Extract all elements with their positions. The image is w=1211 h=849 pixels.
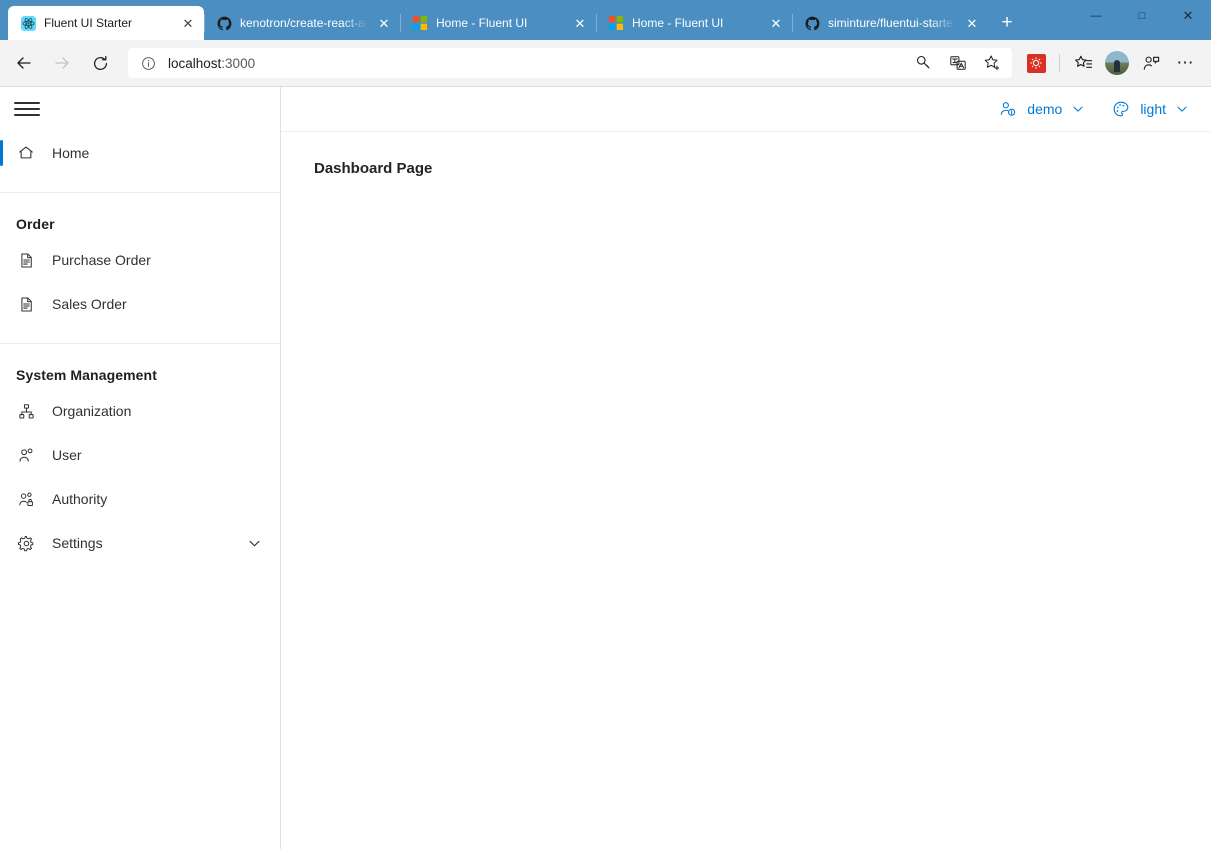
close-icon[interactable]: ✕ xyxy=(572,15,588,31)
browser-tab-3[interactable]: Home - Fluent UI ✕ xyxy=(596,6,792,40)
sidebar-item-organization[interactable]: Organization xyxy=(0,389,280,433)
sidebar-item-settings[interactable]: Settings xyxy=(0,521,280,565)
url-port: :3000 xyxy=(221,55,256,71)
react-icon xyxy=(20,15,36,31)
sidebar-item-label: Authority xyxy=(52,491,108,507)
back-button[interactable] xyxy=(6,45,42,81)
sidebar-item-home[interactable]: Home xyxy=(0,131,280,175)
gear-icon xyxy=(16,533,36,553)
application-area: Home Order Purchase Order Sales Order Sy… xyxy=(0,87,1211,849)
info-icon[interactable] xyxy=(138,53,158,73)
chevron-down-icon[interactable] xyxy=(242,536,266,551)
app-header: demo light xyxy=(281,87,1211,132)
close-icon[interactable]: ✕ xyxy=(964,15,980,31)
home-icon xyxy=(16,143,36,163)
microsoft-icon xyxy=(608,15,624,31)
translate-icon[interactable] xyxy=(942,47,974,79)
sidebar: Home Order Purchase Order Sales Order Sy… xyxy=(0,87,281,849)
user-menu-label: demo xyxy=(1027,101,1063,117)
theme-menu-label: light xyxy=(1140,101,1166,117)
sidebar-section-order: Order Purchase Order Sales Order xyxy=(0,192,280,343)
browser-tab-0[interactable]: Fluent UI Starter ✕ xyxy=(8,6,204,40)
chevron-down-icon xyxy=(1175,102,1189,116)
browser-toolbar: localhost:3000 ⋯ xyxy=(0,40,1211,87)
sidebar-item-authority[interactable]: Authority xyxy=(0,477,280,521)
reload-button[interactable] xyxy=(82,45,118,81)
sidebar-item-label: Sales Order xyxy=(52,296,127,312)
theme-menu-button[interactable]: light xyxy=(1111,99,1189,119)
microsoft-icon xyxy=(412,15,428,31)
sidebar-item-label: Organization xyxy=(52,403,132,419)
browser-tab-4[interactable]: siminture/fluentui-starte ✕ xyxy=(792,6,988,40)
browser-window: Fluent UI Starter ✕ kenotron/create-reac… xyxy=(0,0,1211,849)
url-text[interactable]: localhost:3000 xyxy=(158,56,908,71)
extension-badge xyxy=(1026,53,1046,73)
sidebar-item-label: User xyxy=(52,447,82,463)
tab-title: Fluent UI Starter xyxy=(44,16,133,30)
main-content: demo light Dashboard Page xyxy=(281,87,1211,849)
address-bar[interactable]: localhost:3000 xyxy=(128,48,1012,78)
sidebar-item-purchase-order[interactable]: Purchase Order xyxy=(0,238,280,282)
browser-tab-2[interactable]: Home - Fluent UI ✕ xyxy=(400,6,596,40)
close-icon[interactable]: ✕ xyxy=(376,15,392,31)
sidebar-item-label: Settings xyxy=(52,535,103,551)
forward-button xyxy=(44,45,80,81)
toolbar-divider xyxy=(1059,54,1060,72)
document-icon xyxy=(16,250,36,270)
tab-title: kenotron/create-react-ap xyxy=(240,16,368,30)
color-palette-icon xyxy=(1111,99,1131,119)
org-chart-icon xyxy=(16,401,36,421)
people-lock-icon xyxy=(16,489,36,509)
people-icon xyxy=(16,445,36,465)
sidebar-item-user[interactable]: User xyxy=(0,433,280,477)
close-icon[interactable]: ✕ xyxy=(180,15,196,31)
user-menu-button[interactable]: demo xyxy=(998,99,1085,119)
extension-icon[interactable] xyxy=(1020,47,1052,79)
page-title: Dashboard Page xyxy=(314,160,433,177)
sidebar-section-system-management: System Management Organization User Auth… xyxy=(0,343,280,582)
collections-icon[interactable] xyxy=(1067,47,1099,79)
chevron-down-icon xyxy=(1071,102,1085,116)
avatar xyxy=(1105,51,1129,75)
sidebar-item-label: Home xyxy=(52,145,90,161)
tab-title: Home - Fluent UI xyxy=(436,16,528,30)
address-bar-actions xyxy=(908,47,1008,79)
url-host: localhost xyxy=(168,55,222,71)
hamburger-icon[interactable] xyxy=(14,100,40,118)
sidebar-item-label: Purchase Order xyxy=(52,252,151,268)
page-body: Dashboard Page xyxy=(281,132,1211,849)
title-bar: Fluent UI Starter ✕ kenotron/create-reac… xyxy=(0,0,1211,40)
sidebar-item-sales-order[interactable]: Sales Order xyxy=(0,282,280,326)
share-icon[interactable] xyxy=(1135,47,1167,79)
sidebar-section-home: Home xyxy=(0,131,280,192)
maximize-button[interactable]: □ xyxy=(1119,0,1165,32)
settings-more-icon[interactable]: ⋯ xyxy=(1169,47,1201,79)
add-favorite-icon[interactable] xyxy=(976,47,1008,79)
tab-title: siminture/fluentui-starte xyxy=(828,16,953,30)
github-icon xyxy=(804,15,820,31)
profile-avatar[interactable] xyxy=(1101,47,1133,79)
person-info-icon xyxy=(998,99,1018,119)
tab-strip: Fluent UI Starter ✕ kenotron/create-reac… xyxy=(8,0,1073,40)
close-window-button[interactable]: ✕ xyxy=(1165,0,1211,32)
minimize-button[interactable]: — xyxy=(1073,0,1119,32)
document-icon xyxy=(16,294,36,314)
sidebar-section-header: Order xyxy=(16,216,55,232)
key-icon[interactable] xyxy=(908,47,940,79)
sidebar-toggle-row xyxy=(0,87,280,131)
browser-tab-1[interactable]: kenotron/create-react-ap ✕ xyxy=(204,6,400,40)
sidebar-section-header: System Management xyxy=(16,367,157,383)
tab-title: Home - Fluent UI xyxy=(632,16,724,30)
close-icon[interactable]: ✕ xyxy=(768,15,784,31)
window-controls: — □ ✕ xyxy=(1073,0,1211,40)
new-tab-button[interactable]: + xyxy=(992,7,1022,37)
github-icon xyxy=(216,15,232,31)
